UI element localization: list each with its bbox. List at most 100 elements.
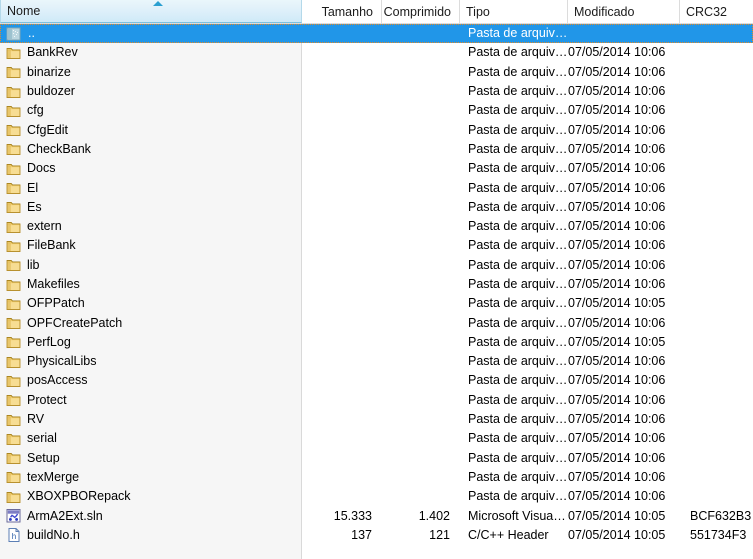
folder-icon <box>6 489 22 505</box>
folder-icon <box>6 354 22 370</box>
folder-icon <box>6 45 22 61</box>
row-modified-cell: 07/05/2014 10:06 <box>568 315 666 330</box>
row-modified-cell: 07/05/2014 10:06 <box>568 199 666 214</box>
row-type-cell: Pasta de arquivos <box>468 489 568 504</box>
table-row[interactable]: OPFCreatePatch Pasta de arquivos 07/05/201… <box>0 313 753 332</box>
row-name-cell: PhysicalLibs <box>0 352 302 371</box>
row-modified-cell: 07/05/2014 10:06 <box>568 489 666 504</box>
table-row[interactable]: PhysicalLibs Pasta de arquivos 07/05/2014 … <box>0 352 753 371</box>
column-header-size[interactable]: Tamanho <box>302 0 382 23</box>
row-type-cell: Pasta de arquivos <box>468 412 568 427</box>
table-row[interactable]: OFPPatch Pasta de arquivos 07/05/2014 10:0… <box>0 294 753 313</box>
folder-icon <box>6 219 22 235</box>
column-header-type[interactable]: Tipo <box>460 0 568 23</box>
table-row[interactable]: serial Pasta de arquivos 07/05/2014 10:06 <box>0 429 753 448</box>
folder-icon <box>6 296 22 312</box>
table-row[interactable]: Setup Pasta de arquivos 07/05/2014 10:06 <box>0 449 753 468</box>
row-name-label: Docs <box>27 161 56 176</box>
row-name-label: Protect <box>27 392 67 407</box>
table-row[interactable]: lib Pasta de arquivos 07/05/2014 10:06 <box>0 256 753 275</box>
row-type-cell: Pasta de arquivos <box>468 161 568 176</box>
row-name-cell: Docs <box>0 159 302 178</box>
table-row[interactable]: cfg Pasta de arquivos 07/05/2014 10:06 <box>0 101 753 120</box>
row-name-label: FileBank <box>27 238 76 253</box>
table-row[interactable]: Docs Pasta de arquivos 07/05/2014 10:06 <box>0 159 753 178</box>
table-row[interactable]: El Pasta de arquivos 07/05/2014 10:06 <box>0 178 753 197</box>
row-modified-cell: 07/05/2014 10:06 <box>568 277 666 291</box>
row-name-label: PerfLog <box>27 334 71 349</box>
table-row[interactable]: PerfLog Pasta de arquivos 07/05/2014 10:05 <box>0 333 753 352</box>
row-type-cell: Pasta de arquivos <box>468 219 568 234</box>
row-name-cell: PerfLog <box>0 333 302 352</box>
folder-icon <box>6 180 22 196</box>
file-list-window: Nome Tamanho Comprimido Tipo Modificado … <box>0 0 753 559</box>
column-header-packed[interactable]: Comprimido <box>382 0 460 23</box>
row-name-label: lib <box>27 257 40 272</box>
row-name-cell: Es <box>0 198 302 217</box>
column-header-modified[interactable]: Modificado <box>568 0 680 23</box>
row-modified-cell: 07/05/2014 10:06 <box>568 141 666 156</box>
row-name-label: buildNo.h <box>27 527 80 542</box>
table-row[interactable]: texMerge Pasta de arquivos 07/05/2014 10:0… <box>0 468 753 487</box>
row-type-cell: Pasta de arquivos <box>468 277 568 291</box>
row-type-cell: Pasta de arquivos <box>468 431 568 446</box>
row-name-cell: RV <box>0 410 302 429</box>
row-name-cell: BankRev <box>0 43 302 62</box>
folder-icon <box>6 412 22 428</box>
table-row[interactable]: extern Pasta de arquivos 07/05/2014 10:06 <box>0 217 753 236</box>
row-name-label: Makefiles <box>27 277 80 291</box>
table-row[interactable]: BankRev Pasta de arquivos 07/05/2014 10:06 <box>0 43 753 62</box>
row-type-cell: Pasta de arquivos <box>468 257 568 272</box>
row-modified-cell: 07/05/2014 10:06 <box>568 180 666 195</box>
row-name-cell: Setup <box>0 449 302 468</box>
table-row[interactable]: h buildNo.h 137 121 C/C++ Header 07/05/2014 1… <box>0 526 753 545</box>
row-name-label: Es <box>27 199 42 214</box>
row-modified-cell: 07/05/2014 10:05 <box>568 527 666 542</box>
row-modified-cell: 07/05/2014 10:06 <box>568 450 666 465</box>
row-name-label: posAccess <box>27 373 88 388</box>
folder-icon <box>6 122 22 138</box>
table-row[interactable]: XBOXPBORepack Pasta de arquivos 07/05/2014… <box>0 487 753 506</box>
row-type-cell: Pasta de arquivos <box>468 141 568 156</box>
table-row[interactable]: RV Pasta de arquivos 07/05/2014 10:06 <box>0 410 753 429</box>
table-row[interactable]: .. Pasta de arquivos <box>0 24 753 44</box>
folder-icon <box>6 103 22 119</box>
column-header-crc32-label: CRC32 <box>686 4 727 19</box>
folder-icon <box>6 315 22 331</box>
folder-icon <box>6 257 22 273</box>
table-row[interactable]: Makefiles Pasta de arquivos 07/05/2014 10:… <box>0 275 753 294</box>
row-type-cell: Pasta de arquivos <box>468 373 568 388</box>
folder-icon <box>6 469 22 485</box>
row-size-cell: 137 <box>351 527 372 542</box>
row-modified-cell: 07/05/2014 10:05 <box>568 508 666 523</box>
folder-icon <box>6 392 22 408</box>
row-name-label: RV <box>27 412 45 427</box>
column-header-crc32[interactable]: CRC32 <box>680 0 753 23</box>
folder-icon <box>6 199 22 215</box>
table-row[interactable]: FileBank Pasta de arquivos 07/05/2014 10:0… <box>0 236 753 255</box>
row-name-cell: lib <box>0 256 302 275</box>
row-name-cell: h buildNo.h <box>0 526 302 545</box>
row-name-cell: posAccess <box>0 371 302 390</box>
table-row[interactable]: binarize Pasta de arquivos 07/05/2014 10:0… <box>0 63 753 82</box>
row-size-cell: 15.333 <box>333 508 372 523</box>
table-row[interactable]: Es Pasta de arquivos 07/05/2014 10:06 <box>0 198 753 217</box>
row-name-label: CheckBank <box>27 141 91 156</box>
row-name-label: PhysicalLibs <box>27 354 97 369</box>
table-row[interactable]: CfgEdit Pasta de arquivos 07/05/2014 10:06 <box>0 120 753 139</box>
table-row[interactable]: CheckBank Pasta de arquivos 07/05/2014 10:… <box>0 140 753 159</box>
row-modified-cell: 07/05/2014 10:06 <box>568 431 666 446</box>
table-row[interactable]: ArmA2Ext.sln 15.333 1.402 Microsoft Visual … <box>0 506 753 525</box>
folder-icon <box>6 334 22 350</box>
table-row[interactable]: Protect Pasta de arquivos 07/05/2014 10:06 <box>0 391 753 410</box>
row-name-cell: CfgEdit <box>0 121 302 140</box>
column-header-name[interactable]: Nome <box>0 0 302 23</box>
row-name-cell: OFPPatch <box>0 294 302 313</box>
file-list-rows[interactable]: .. Pasta de arquivos BankRev Pasta de arqui… <box>0 24 753 559</box>
row-name-label: binarize <box>27 64 71 79</box>
table-row[interactable]: posAccess Pasta de arquivos 07/05/2014 10:… <box>0 371 753 390</box>
table-row[interactable]: buldozer Pasta de arquivos 07/05/2014 10:0… <box>0 82 753 101</box>
row-name-label: OPFCreatePatch <box>27 315 123 330</box>
row-modified-cell: 07/05/2014 10:06 <box>568 219 666 234</box>
folder-icon <box>6 84 22 100</box>
